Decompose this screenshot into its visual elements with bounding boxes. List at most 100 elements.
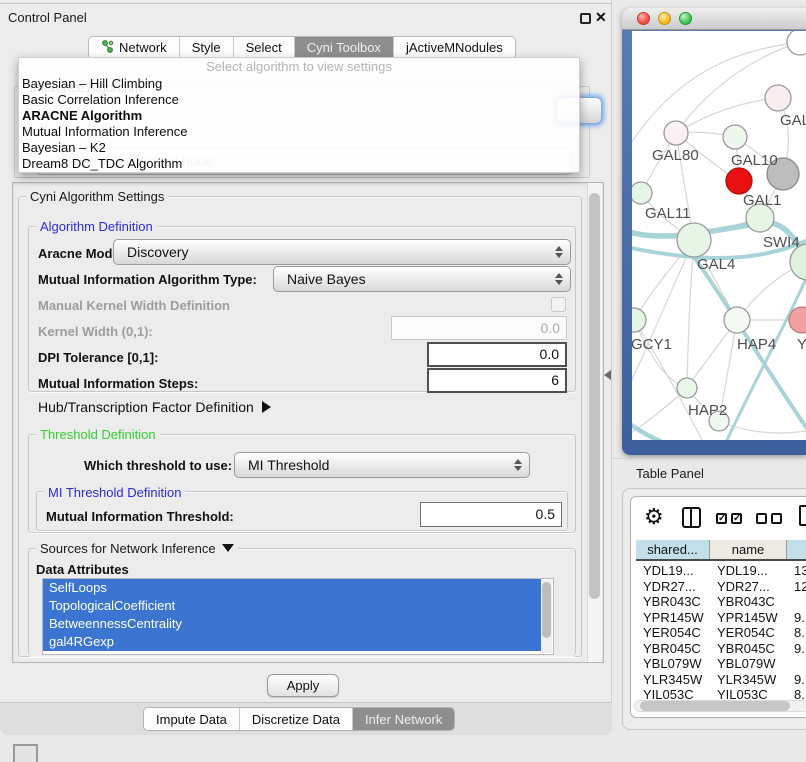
table-row[interactable]: YBL079W YBL079W xyxy=(636,656,806,672)
tab-discretize-data[interactable]: Discretize Data xyxy=(240,708,353,730)
select-all-checkbox-icon[interactable]: ✓ xyxy=(716,513,727,524)
network-window-titlebar[interactable] xyxy=(622,8,806,30)
cell-shared-name: YBL079W xyxy=(636,656,710,672)
attribute-list-scrollbar[interactable] xyxy=(541,580,552,653)
mi-algorithm-combo[interactable]: Naive Bayes xyxy=(273,266,571,292)
table-row[interactable]: YIL053C YIL053C 8. xyxy=(636,687,806,700)
table-header-row: shared... name xyxy=(636,540,806,561)
deselect-all-checkbox-icon[interactable] xyxy=(771,513,782,524)
combo-arrows-icon xyxy=(548,273,570,285)
close-panel-icon[interactable]: ✕ xyxy=(595,9,607,26)
select-all-checkbox-icon[interactable]: ✓ xyxy=(731,513,742,524)
attribute-item[interactable]: gal4RGexp xyxy=(43,633,541,651)
popup-item[interactable]: Bayesian – Hill Climbing xyxy=(19,76,579,92)
manual-kernel-checkbox[interactable] xyxy=(551,297,566,312)
tab-infer-network[interactable]: Infer Network xyxy=(353,708,454,730)
table-settings-gear-icon[interactable]: ⚙ xyxy=(644,504,664,530)
bottom-tabbar: Impute Data Discretize Data Infer Networ… xyxy=(143,707,455,731)
cell-shared-name: YLR345W xyxy=(636,672,710,688)
column-header-shared-name[interactable]: shared... xyxy=(636,540,710,559)
dpi-tolerance-label: DPI Tolerance [0,1]: xyxy=(38,350,158,365)
tab-jactivemnodules[interactable]: jActiveMNodules xyxy=(394,37,515,58)
which-threshold-combo[interactable]: MI Threshold xyxy=(234,452,530,478)
cell-value: 8. xyxy=(787,687,806,700)
node-unlabeled[interactable] xyxy=(787,31,806,55)
tab-cyni-toolbox[interactable]: Cyni Toolbox xyxy=(295,37,394,58)
node-gal-clipped[interactable] xyxy=(765,85,791,111)
manual-kernel-label: Manual Kernel Width Definition xyxy=(38,298,230,313)
minimize-window-icon[interactable] xyxy=(658,12,671,25)
node-gal80[interactable] xyxy=(664,121,688,145)
node-label: GAL4 xyxy=(697,256,735,273)
attribute-item[interactable]: BetweennessCentrality xyxy=(43,615,541,633)
column-header-name[interactable]: name xyxy=(710,540,787,559)
mi-algorithm-label: Mutual Information Algorithm Type: xyxy=(38,272,257,287)
column-header-clipped[interactable] xyxy=(787,540,806,559)
node-gal11[interactable] xyxy=(632,182,652,204)
node-gal10[interactable] xyxy=(723,125,747,149)
popup-item[interactable]: Basic Correlation Inference xyxy=(19,92,579,108)
kernel-width-label: Kernel Width (0,1): xyxy=(38,324,153,339)
node-label: HAP2 xyxy=(688,402,727,419)
zoom-window-icon[interactable] xyxy=(679,12,692,25)
node-hap4[interactable] xyxy=(724,307,750,333)
cell-name: YLR345W xyxy=(710,672,787,688)
table-row[interactable]: YBR045C YBR045C 9. xyxy=(636,641,806,657)
mi-threshold-field[interactable]: 0.5 xyxy=(420,502,562,527)
attribute-item[interactable]: SelfLoops xyxy=(43,579,541,597)
settings-scrollbar-thumb[interactable] xyxy=(589,193,600,599)
data-attributes-list: SelfLoops TopologicalCoefficient Between… xyxy=(42,578,554,655)
table-row[interactable]: YLR345W YLR345W 9. xyxy=(636,672,806,688)
kernel-width-field[interactable]: 0.0 xyxy=(391,316,567,340)
node-hap2[interactable] xyxy=(677,378,697,398)
tab-label: Impute Data xyxy=(156,712,227,727)
attribute-item[interactable]: TopologicalCoefficient xyxy=(43,597,541,615)
table-row[interactable]: YBR043C YBR043C xyxy=(636,594,806,610)
popup-item[interactable]: Mutual Information Inference xyxy=(19,124,579,140)
close-window-icon[interactable] xyxy=(637,12,650,25)
popup-item-selected[interactable]: ARACNE Algorithm xyxy=(19,108,579,124)
cell-value: 12 xyxy=(787,579,806,595)
mi-steps-field[interactable]: 6 xyxy=(427,368,567,393)
node-red-selected[interactable] xyxy=(726,168,752,194)
node-gcy1[interactable] xyxy=(632,308,646,332)
float-panel-icon[interactable] xyxy=(580,13,591,24)
column-layout-icon[interactable] xyxy=(682,507,701,528)
table-panel-divider xyxy=(613,458,806,459)
sources-group-title[interactable]: Sources for Network Inference xyxy=(36,541,238,556)
tab-network[interactable]: Network xyxy=(89,37,180,58)
apply-button[interactable]: Apply xyxy=(267,674,339,697)
hub-section-toggle[interactable]: Hub/Transcription Factor Definition xyxy=(38,399,271,415)
export-table-icon[interactable] xyxy=(799,505,806,526)
cell-shared-name: YER054C xyxy=(636,625,710,641)
popup-item[interactable]: Bayesian – K2 xyxy=(19,140,579,156)
node-label: SWI4 xyxy=(763,234,800,251)
split-pane-collapse-arrow[interactable] xyxy=(604,370,611,380)
cell-name: YBR045C xyxy=(710,641,787,657)
minimized-panel-icon[interactable] xyxy=(13,744,38,762)
dpi-tolerance-field[interactable]: 0.0 xyxy=(427,342,567,367)
table-row[interactable]: YER054C YER054C 8. xyxy=(636,625,806,641)
tab-style[interactable]: Style xyxy=(180,37,234,58)
algorithm-definition-title: Algorithm Definition xyxy=(36,219,157,234)
tab-impute-data[interactable]: Impute Data xyxy=(144,708,240,730)
app-screen: Control Panel ✕ Network Style Select Cyn… xyxy=(0,0,806,762)
table-hscrollbar-thumb[interactable] xyxy=(640,701,790,711)
network-graph: GAL GAL80 GAL10 GAL1 GAL11 SWI4 GAL4 GCY… xyxy=(632,31,806,440)
cell-shared-name: YPR145W xyxy=(636,610,710,626)
network-canvas[interactable]: GAL GAL80 GAL10 GAL1 GAL11 SWI4 GAL4 GCY… xyxy=(632,31,806,440)
table-row[interactable]: YDR27... YDR27... 12 xyxy=(636,579,806,595)
table-row[interactable]: YDL19... YDL19... 13 xyxy=(636,563,806,579)
popup-item[interactable]: Dream8 DC_TDC Algorithm xyxy=(19,156,579,172)
table-row[interactable]: YPR145W YPR145W 9. xyxy=(636,610,806,626)
node-label: GAL80 xyxy=(652,147,699,164)
deselect-all-checkbox-icon[interactable] xyxy=(756,513,767,524)
panel-title: Control Panel xyxy=(8,10,87,25)
hub-section-label: Hub/Transcription Factor Definition xyxy=(38,399,254,415)
aracne-mode-combo[interactable]: Discovery xyxy=(113,239,571,265)
tab-select[interactable]: Select xyxy=(234,37,295,58)
collapsed-arrow-icon xyxy=(262,401,271,413)
node-label: GAL xyxy=(780,112,806,129)
node-label: HAP4 xyxy=(737,336,776,353)
node-gal4[interactable] xyxy=(677,223,711,257)
